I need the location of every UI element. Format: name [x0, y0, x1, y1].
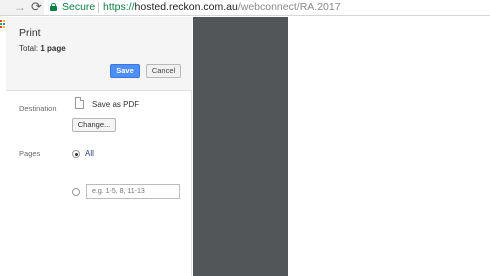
destination-label: Destination [19, 104, 57, 113]
url-path: /webconnect/RA.2017 [237, 1, 341, 13]
address-bar[interactable]: Secure https://hosted.reckon.com.au/webc… [44, 0, 490, 15]
print-preview-area [193, 17, 288, 276]
security-label: Secure [62, 1, 96, 13]
page-content-area [288, 17, 490, 276]
url-scheme: https:// [103, 1, 135, 13]
forward-arrow-icon[interactable]: → [14, 1, 26, 13]
page-total-value: 1 page [40, 44, 66, 53]
print-header: Print Total: 1 page Save Cancel [6, 17, 192, 91]
page-range-input[interactable] [86, 184, 180, 199]
change-destination-button[interactable]: Change... [72, 118, 116, 132]
url-host: hosted.reckon.com.au [134, 1, 238, 13]
pages-all-radio[interactable] [72, 150, 80, 158]
cancel-button[interactable]: Cancel [146, 64, 181, 78]
omnibox-separator [98, 2, 99, 13]
lock-icon [50, 3, 57, 11]
pages-custom-radio[interactable] [72, 188, 80, 196]
page-total-label: Total: [19, 44, 41, 53]
url-text[interactable]: https://hosted.reckon.com.au/webconnect/… [103, 1, 341, 14]
destination-name: Save as PDF [92, 100, 140, 109]
apps-grid-icon[interactable] [0, 20, 5, 30]
print-title: Print [19, 27, 41, 39]
print-settings-panel: Print Total: 1 page Save Cancel Destinat… [6, 17, 192, 276]
pages-label: Pages [19, 149, 41, 158]
pages-all-label[interactable]: All [85, 149, 94, 158]
page-total: Total: 1 page [19, 44, 66, 53]
save-button[interactable]: Save [110, 64, 140, 78]
reload-icon[interactable]: ⟳ [31, 0, 42, 14]
browser-toolbar: → ⟳ Secure https://hosted.reckon.com.au/… [0, 0, 490, 16]
pdf-document-icon [75, 97, 84, 109]
